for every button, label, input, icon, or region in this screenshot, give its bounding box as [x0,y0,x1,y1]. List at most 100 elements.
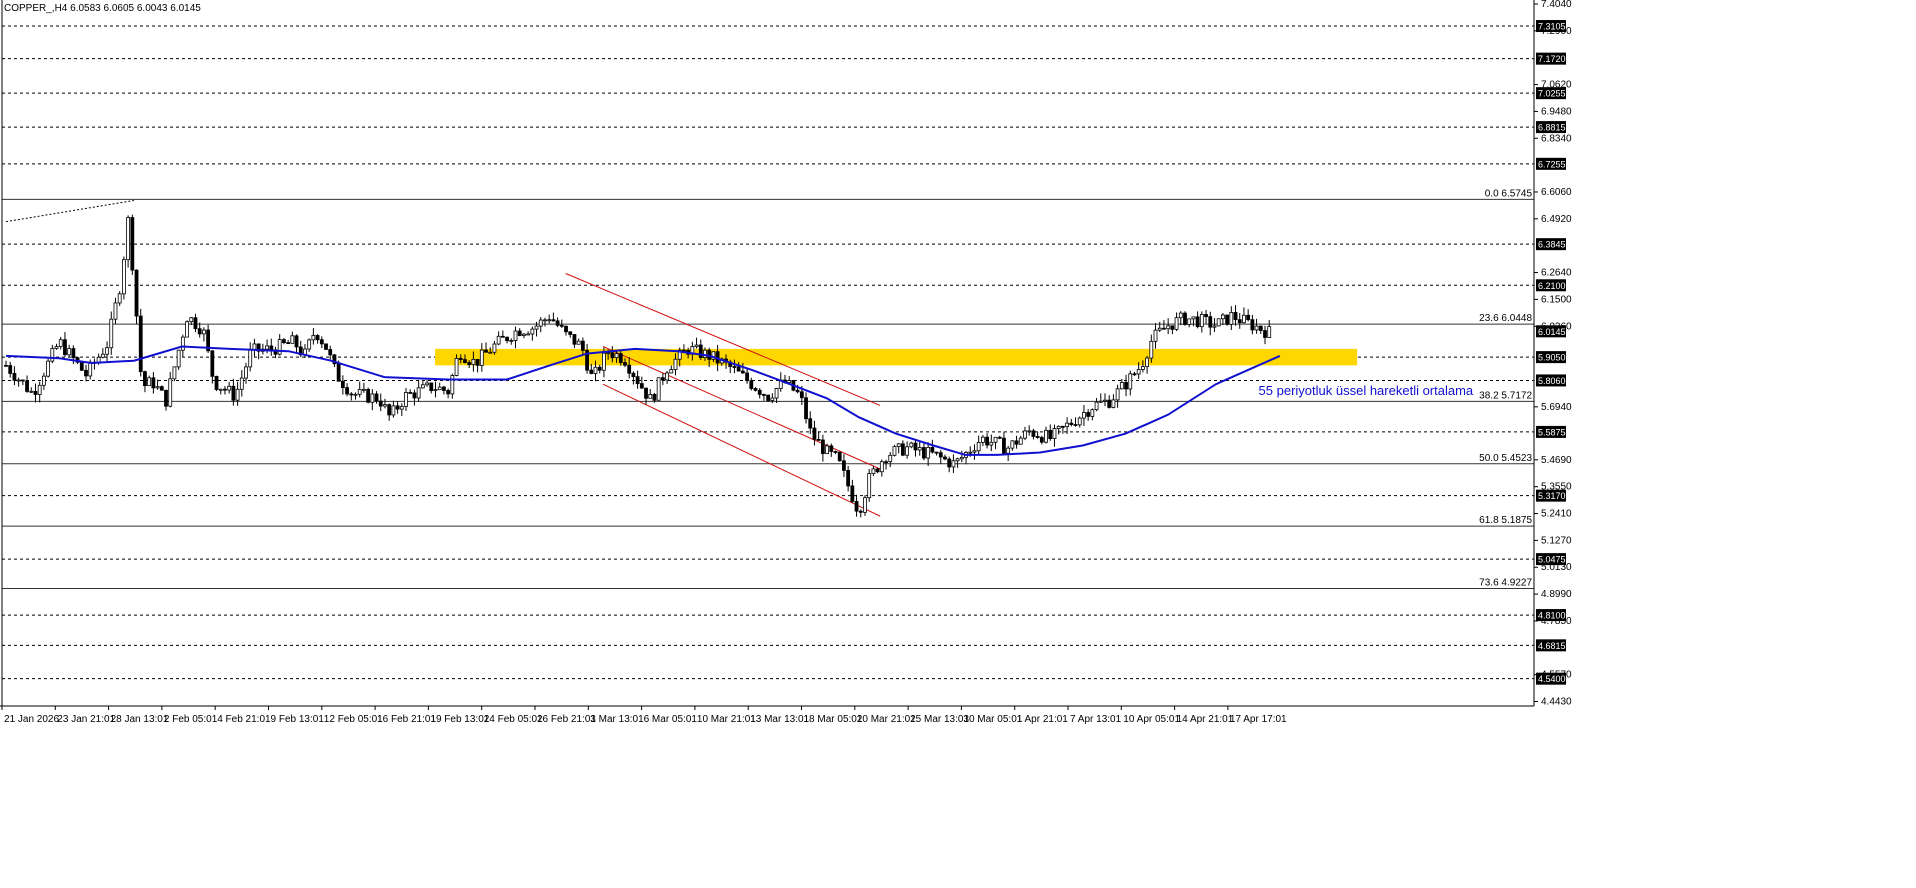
candle-body [1149,340,1154,359]
candle-body [580,340,585,351]
x-tick-label: 10 Apr 05:01 [1123,714,1180,725]
candle-body [943,456,947,460]
candle-body [875,468,880,473]
candle-body [479,349,484,366]
fibonacci-label: 61.8 5.1875 [1479,515,1532,526]
candle-body [850,485,855,502]
candle-body [88,361,93,377]
candle-body [1267,326,1272,338]
candle-body [67,348,72,356]
candle-body [631,372,636,378]
candle-body [1006,447,1011,454]
y-tick-label: 4.4430 [1541,697,1572,708]
candle-body [1233,312,1238,321]
candle-body [1187,318,1192,325]
candle-body [1086,412,1091,417]
candle-body [804,397,808,420]
y-tick-label: 6.8340 [1541,133,1572,144]
candle-body [568,331,573,335]
candle-body [682,349,686,352]
candle-body [138,315,143,373]
candle-body [589,369,594,374]
chart-canvas[interactable]: 0.0 6.5745 23.6 6.0448 38.2 5.7172 50.0 5.4… [0,0,1916,888]
candle-body [151,377,156,389]
candle-body [37,384,42,395]
candle-body [265,345,269,350]
x-tick-label: 4 Feb 21:01 [217,714,271,725]
candle-body [408,392,413,394]
channel-upper-line [565,273,881,406]
candle-body [1170,325,1175,330]
candle-body [155,386,160,389]
price-level-label: 4.8100 [1538,611,1566,621]
candle-body [340,380,345,388]
candle-body [703,349,707,359]
candle-body [248,349,253,368]
candle-body [231,385,236,401]
candle-body [770,397,775,401]
candle-body [1157,327,1162,331]
candle-body [1098,400,1103,403]
candle-body [749,380,754,389]
candle-body [534,325,539,330]
candle-body [530,328,535,335]
price-level-label: 6.2100 [1538,281,1566,291]
candle-body [1060,425,1065,428]
candle-body [1254,325,1259,331]
candle-body [639,383,644,389]
candle-body [1208,316,1213,328]
candle-body [16,379,21,382]
candle-body [879,461,884,473]
candle-body [454,357,459,376]
candle-body [1174,317,1179,330]
candle-body [656,377,661,401]
candle-body [202,329,206,335]
candle-body [871,468,876,474]
candle-body [799,391,804,399]
candle-body [900,443,905,456]
price-level-label: 6.3845 [1538,240,1566,250]
candle-body [1018,437,1023,445]
price-chart[interactable]: 0.0 6.5745 23.6 6.0448 38.2 5.7172 50.0 5.4… [0,0,1916,888]
candle-body [277,339,282,355]
candle-body [732,366,737,368]
candle-body [627,364,632,374]
candle-body [1136,369,1141,375]
candle-body [947,458,952,468]
x-tick-label: 24 Feb 05:01 [484,714,543,725]
candle-body [467,362,472,365]
candle-body [105,347,109,355]
candle-body [955,458,960,462]
candle-body [829,445,834,452]
y-tick-label: 5.1270 [1541,535,1572,546]
candle-body [1153,329,1158,342]
candle-body [833,451,838,453]
candle-body [745,372,749,382]
y-tick-label: 6.6060 [1541,187,1572,198]
candle-body [425,382,429,386]
candle-body [147,377,152,387]
candle-body [1065,422,1069,427]
candle-body [774,388,779,399]
candle-body [959,456,964,460]
candle-body [416,387,421,399]
candle-body [787,380,792,383]
candle-body [429,382,434,391]
candle-body [1094,401,1099,411]
candle-body [25,380,29,392]
candle-body [1263,330,1267,338]
candle-body [496,335,501,345]
candle-body [816,439,821,441]
candle-body [1195,316,1200,328]
candle-body [989,441,994,446]
candle-body [20,379,25,382]
price-level-labels: 7.3105 7.1720 7.0255 6.8815 6.7255 6.3845 6.21… [1536,20,1566,685]
candle-body [269,345,274,351]
candle-body [652,394,657,401]
candle-body [522,333,526,336]
candle-body [736,366,741,372]
candle-body [976,441,981,452]
candle-body [572,334,577,345]
candle-body [1128,373,1133,390]
candle-body [307,339,312,350]
